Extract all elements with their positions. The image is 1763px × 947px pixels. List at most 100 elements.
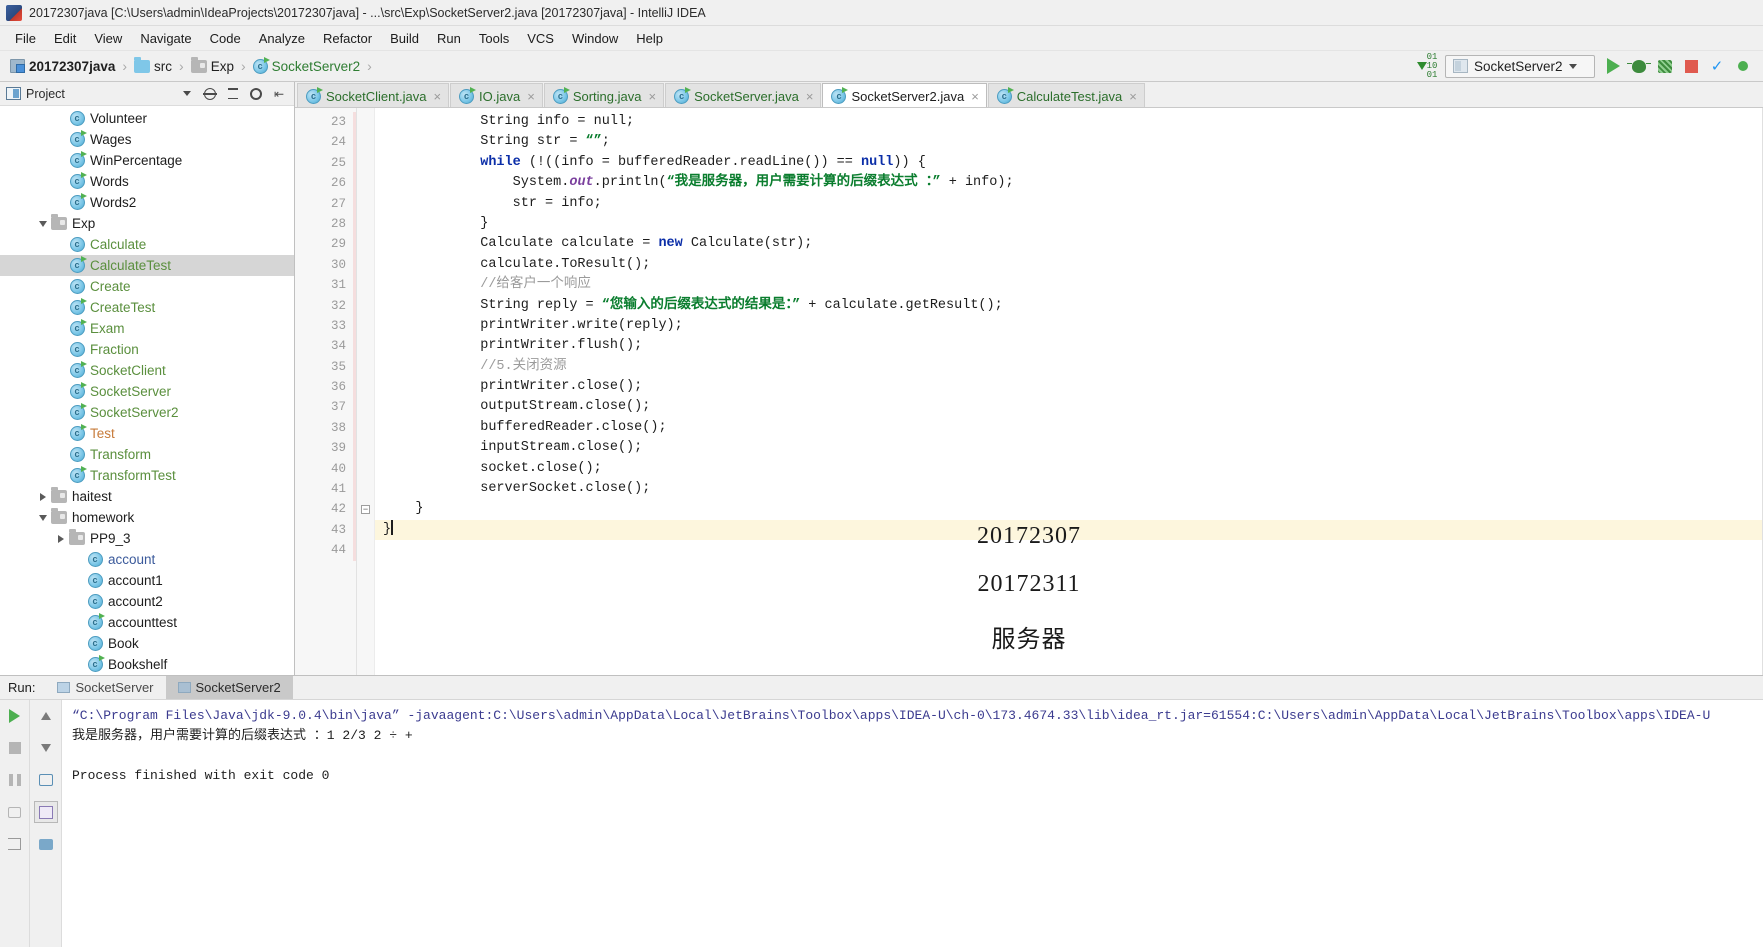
vcs-commit-button[interactable] <box>1731 55 1755 78</box>
tree-item-words[interactable]: Words <box>0 171 294 192</box>
code-line[interactable]: String info = null; <box>375 112 1763 132</box>
tree-item-words2[interactable]: Words2 <box>0 192 294 213</box>
code-folding-gutter[interactable]: − <box>357 108 375 675</box>
code-line[interactable]: serverSocket.close(); <box>375 479 1763 499</box>
tree-item-calculatetest[interactable]: CalculateTest <box>0 255 294 276</box>
editor-tab-io[interactable]: IO.java × <box>450 83 543 107</box>
menu-code[interactable]: Code <box>201 28 250 49</box>
code-line[interactable]: //给客户一个响应 <box>375 275 1763 295</box>
editor-tab-socketserver[interactable]: SocketServer.java × <box>665 83 822 107</box>
scroll-to-end-button[interactable] <box>33 801 58 823</box>
tree-item-fraction[interactable]: Fraction <box>0 339 294 360</box>
tree-item-calculate[interactable]: Calculate <box>0 234 294 255</box>
tree-item-volunteer[interactable]: Volunteer <box>0 108 294 129</box>
chevron-down-icon[interactable] <box>36 514 50 521</box>
tree-item-transform[interactable]: Transform <box>0 444 294 465</box>
scroll-up-button[interactable] <box>34 705 58 727</box>
tree-item-exp[interactable]: Exp <box>0 213 294 234</box>
fold-marker-icon[interactable]: − <box>361 504 370 514</box>
close-icon[interactable]: × <box>806 89 814 104</box>
menu-run[interactable]: Run <box>428 28 470 49</box>
editor-tab-sorting[interactable]: Sorting.java × <box>543 83 665 107</box>
line-number-gutter[interactable]: 23 24 25 26 27 28 29 30 31 32 33 34 35 36 37 38 39 40 41 42… <box>295 108 357 675</box>
code-line[interactable]: calculate.ToResult(); <box>375 255 1763 275</box>
editor-tab-bar[interactable]: SocketClient.java×IO.java×Sorting.java×S… <box>295 82 1763 108</box>
breadcrumb-project[interactable]: 20172307java <box>8 59 117 74</box>
menu-tools[interactable]: Tools <box>470 28 518 49</box>
dump-threads-button[interactable] <box>3 801 27 823</box>
chevron-right-icon[interactable] <box>54 534 68 543</box>
code-line[interactable]: str = info; <box>375 194 1763 214</box>
collapse-all-icon[interactable] <box>224 85 242 103</box>
code-line[interactable]: } <box>375 519 1763 541</box>
code-line[interactable]: } <box>375 499 1763 519</box>
menu-navigate[interactable]: Navigate <box>131 28 200 49</box>
chevron-down-icon[interactable] <box>178 85 196 103</box>
stop-button[interactable] <box>1679 55 1703 78</box>
code-line[interactable]: System.out.println(“我是服务器，用户需要计算的后缀表达式 ：… <box>375 173 1763 193</box>
tree-item-winpercentage[interactable]: WinPercentage <box>0 150 294 171</box>
code-line[interactable]: printWriter.flush(); <box>375 336 1763 356</box>
code-line[interactable]: inputStream.close(); <box>375 438 1763 458</box>
code-line[interactable]: while (!((info = bufferedReader.readLine… <box>375 153 1763 173</box>
rerun-button[interactable] <box>3 705 27 727</box>
editor-tab-socketserver2[interactable]: SocketServer2.java × <box>822 83 987 107</box>
code-line[interactable]: String reply = “您输入的后缀表达式的结果是：” + calcul… <box>375 296 1763 316</box>
code-line[interactable]: //5.关闭资源 <box>375 357 1763 377</box>
hide-icon[interactable]: ⇤ <box>270 85 288 103</box>
menu-edit[interactable]: Edit <box>45 28 85 49</box>
menu-view[interactable]: View <box>85 28 131 49</box>
code-line[interactable]: printWriter.write(reply); <box>375 316 1763 336</box>
tree-item-book[interactable]: Book <box>0 633 294 654</box>
close-icon[interactable]: × <box>971 89 979 104</box>
run-coverage-button[interactable] <box>1653 55 1677 78</box>
close-icon[interactable]: × <box>433 89 441 104</box>
close-icon[interactable]: × <box>648 89 656 104</box>
vcs-update-button[interactable]: ✓ <box>1705 55 1729 78</box>
tree-item-transformtest[interactable]: TransformTest <box>0 465 294 486</box>
tree-item-account[interactable]: account <box>0 549 294 570</box>
console-output[interactable]: “C:\Program Files\Java\jdk-9.0.4\bin\jav… <box>62 700 1763 947</box>
run-configuration-selector[interactable]: SocketServer2 <box>1445 54 1595 78</box>
tree-item-account2[interactable]: account2 <box>0 591 294 612</box>
compile-icon[interactable]: 01 10 01 <box>1415 52 1439 79</box>
tree-item-account1[interactable]: account1 <box>0 570 294 591</box>
stop-button[interactable] <box>3 737 27 759</box>
tree-item-haitest[interactable]: haitest <box>0 486 294 507</box>
tree-item-create[interactable]: Create <box>0 276 294 297</box>
breadcrumb-socketserver2[interactable]: SocketServer2 <box>251 56 363 74</box>
menu-build[interactable]: Build <box>381 28 428 49</box>
exit-button[interactable] <box>3 833 27 855</box>
soft-wrap-button[interactable] <box>34 769 58 791</box>
tree-item-wages[interactable]: Wages <box>0 129 294 150</box>
menu-file[interactable]: File <box>6 28 45 49</box>
menu-help[interactable]: Help <box>627 28 672 49</box>
locate-icon[interactable] <box>201 85 219 103</box>
tree-item-bookshelf[interactable]: Bookshelf <box>0 654 294 675</box>
code-line[interactable]: bufferedReader.close(); <box>375 418 1763 438</box>
chevron-right-icon[interactable] <box>36 492 50 501</box>
run-button[interactable] <box>1601 55 1625 78</box>
code-line[interactable]: Calculate calculate = new Calculate(str)… <box>375 234 1763 254</box>
code-editor[interactable]: String info = null; String str = “”; whi… <box>375 108 1763 675</box>
chevron-down-icon[interactable] <box>36 220 50 227</box>
pause-output-button[interactable] <box>3 769 27 791</box>
close-icon[interactable]: × <box>1129 89 1137 104</box>
code-line[interactable]: } <box>375 214 1763 234</box>
editor-tab-socketclient[interactable]: SocketClient.java × <box>297 83 450 107</box>
code-line[interactable]: socket.close(); <box>375 459 1763 479</box>
breadcrumb-exp[interactable]: Exp <box>189 56 236 74</box>
print-button[interactable] <box>34 833 58 855</box>
run-tab-socketserver[interactable]: SocketServer <box>45 676 166 699</box>
tree-item-pp9_3[interactable]: PP9_3 <box>0 528 294 549</box>
tree-item-createtest[interactable]: CreateTest <box>0 297 294 318</box>
menu-analyze[interactable]: Analyze <box>250 28 314 49</box>
menu-vcs[interactable]: VCS <box>518 28 563 49</box>
tree-item-exam[interactable]: Exam <box>0 318 294 339</box>
editor-tab-calculatetest[interactable]: CalculateTest.java × <box>987 83 1145 107</box>
code-line[interactable]: printWriter.close(); <box>375 377 1763 397</box>
menu-window[interactable]: Window <box>563 28 627 49</box>
code-line[interactable]: outputStream.close(); <box>375 397 1763 417</box>
menu-refactor[interactable]: Refactor <box>314 28 381 49</box>
tree-item-socketserver2[interactable]: SocketServer2 <box>0 402 294 423</box>
